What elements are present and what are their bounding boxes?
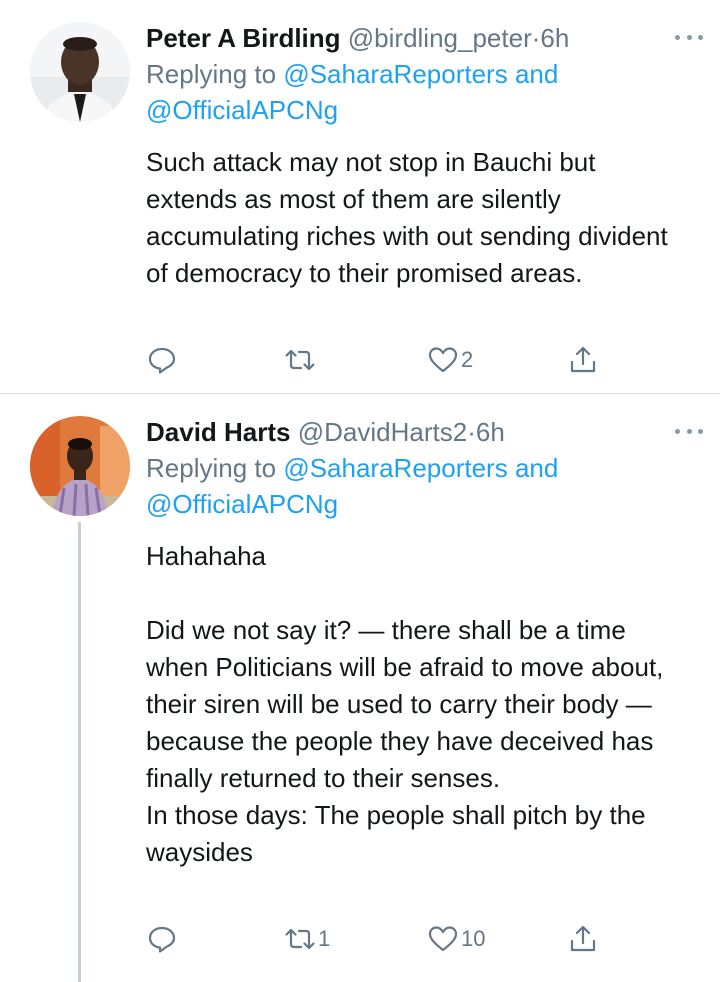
tweet-time[interactable]: 6h	[540, 23, 569, 53]
replying-to-label: Replying to	[146, 453, 277, 483]
tweet[interactable]: David Harts @DavidHarts2·6h Replying to …	[0, 394, 720, 982]
reply-mention-link[interactable]: @SaharaReporters	[283, 59, 507, 89]
avatar[interactable]	[30, 416, 130, 516]
reply-and-link[interactable]: and	[515, 59, 558, 89]
reply-mention-link[interactable]: @OfficialAPCNg	[146, 92, 680, 128]
author-handle[interactable]: @DavidHarts2	[298, 417, 467, 447]
author-handle[interactable]: @birdling_peter	[348, 23, 532, 53]
share-button[interactable]	[567, 340, 599, 380]
share-icon	[570, 925, 596, 952]
author-name[interactable]: David Harts	[146, 417, 291, 447]
reply-icon	[148, 926, 176, 953]
tweet-header: David Harts @DavidHarts2·6h	[146, 414, 700, 450]
like-button[interactable]: 2	[427, 340, 473, 380]
replying-to: Replying to @SaharaReporters and @Offici…	[146, 450, 680, 522]
tweet-time[interactable]: 6h	[476, 417, 505, 447]
separator-dot: ·	[467, 417, 476, 447]
reply-button[interactable]	[146, 340, 180, 380]
avatar[interactable]	[30, 22, 130, 122]
tweet-text: Hahahaha Did we not say it? — there shal…	[146, 541, 664, 867]
retweet-button[interactable]: 1	[284, 919, 330, 959]
replying-to-label: Replying to	[146, 59, 277, 89]
like-count: 2	[461, 347, 474, 372]
tweet[interactable]: Peter A Birdling @birdling_peter·6h Repl…	[0, 0, 720, 393]
author-name[interactable]: Peter A Birdling	[146, 23, 341, 53]
heart-icon	[428, 926, 458, 952]
replying-to: Replying to @SaharaReporters and @Offici…	[146, 56, 680, 128]
tweet-actions: 1 10	[146, 919, 616, 959]
tweet-header: Peter A Birdling @birdling_peter·6h	[146, 20, 700, 56]
like-button[interactable]: 10	[427, 919, 485, 959]
reply-and-link[interactable]: and	[515, 453, 558, 483]
more-options-icon[interactable]	[672, 22, 706, 52]
reply-mention-link[interactable]: @OfficialAPCNg	[146, 486, 680, 522]
reply-button[interactable]	[146, 919, 180, 959]
share-icon	[570, 346, 596, 373]
more-options-icon[interactable]	[672, 416, 706, 446]
reply-mention-link[interactable]: @SaharaReporters	[283, 453, 507, 483]
share-button[interactable]	[567, 919, 599, 959]
retweet-icon	[285, 349, 315, 371]
retweet-icon	[285, 928, 315, 950]
tweet-text: Such attack may not stop in Bauchi but e…	[146, 147, 668, 288]
like-count: 10	[461, 926, 486, 951]
thread-line	[78, 522, 81, 982]
tweet-actions: 2	[146, 340, 616, 380]
heart-icon	[428, 347, 458, 373]
retweet-count: 1	[318, 926, 331, 951]
reply-icon	[148, 347, 176, 374]
retweet-button[interactable]	[284, 340, 318, 380]
